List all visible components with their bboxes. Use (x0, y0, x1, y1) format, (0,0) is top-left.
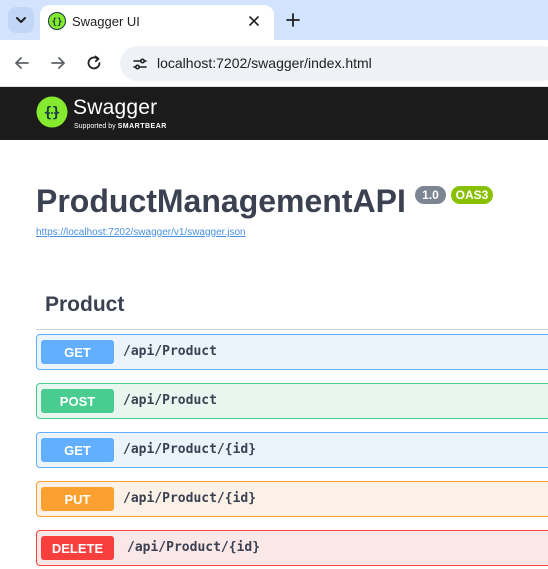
back-button[interactable] (9, 50, 35, 76)
close-icon (249, 16, 259, 26)
operation-get-products[interactable]: GET /api/Product (36, 334, 548, 370)
method-badge: POST (41, 389, 114, 413)
method-badge: PUT (41, 487, 114, 511)
spec-json-link[interactable]: https://localhost:7202/swagger/v1/swagge… (36, 227, 246, 238)
chevron-down-icon (16, 17, 26, 23)
forward-button[interactable] (45, 50, 71, 76)
operation-path: /api/Product/{id} (123, 442, 257, 457)
browser-toolbar: localhost:7202/swagger/index.html (0, 40, 548, 87)
smartbear-credit: Supported by SMARTBEAR (74, 123, 167, 130)
tag-divider (36, 329, 548, 330)
method-badge: GET (41, 340, 114, 364)
api-title: ProductManagementAPI (36, 183, 406, 219)
site-info-button[interactable] (127, 51, 153, 77)
operation-put-product[interactable]: PUT /api/Product/{id} (36, 481, 548, 517)
oas-badge: OAS3 (451, 186, 493, 204)
swagger-logo-icon[interactable]: {} (36, 96, 68, 128)
swagger-topbar: {} Swagger Supported by SMARTBEAR (0, 87, 548, 140)
operation-path: /api/Product (123, 393, 217, 408)
operation-post-product[interactable]: POST /api/Product (36, 383, 548, 419)
browser-tab[interactable]: {} Swagger UI (40, 5, 274, 40)
arrow-left-icon (15, 57, 29, 69)
operation-path: /api/Product (123, 344, 217, 359)
version-badge: 1.0 (415, 186, 446, 204)
operation-get-product-by-id[interactable]: GET /api/Product/{id} (36, 432, 548, 468)
arrow-right-icon (51, 57, 65, 69)
operation-path: /api/Product/{id} (123, 491, 257, 506)
url-text[interactable]: localhost:7202/swagger/index.html (157, 55, 372, 71)
operation-path: /api/Product/{id} (127, 540, 261, 555)
plus-icon (286, 13, 300, 27)
tab-close-button[interactable] (244, 11, 264, 31)
reload-icon (87, 55, 101, 70)
new-tab-button[interactable] (281, 8, 305, 32)
browser-tab-strip: {} Swagger UI (0, 0, 548, 40)
tab-title: Swagger UI (72, 14, 140, 29)
method-badge: GET (41, 438, 114, 462)
method-badge: DELETE (41, 536, 114, 560)
tag-product-header[interactable]: Product (45, 293, 124, 317)
operation-delete-product[interactable]: DELETE /api/Product/{id} (36, 530, 548, 566)
tune-icon (133, 58, 147, 70)
reload-button[interactable] (81, 50, 107, 76)
swagger-favicon-icon: {} (48, 12, 66, 30)
swagger-logo-text: Swagger (73, 96, 158, 119)
svg-text:{}: {} (52, 18, 63, 28)
tab-search-dropdown-button[interactable] (8, 7, 34, 33)
address-bar[interactable]: localhost:7202/swagger/index.html (120, 46, 548, 81)
